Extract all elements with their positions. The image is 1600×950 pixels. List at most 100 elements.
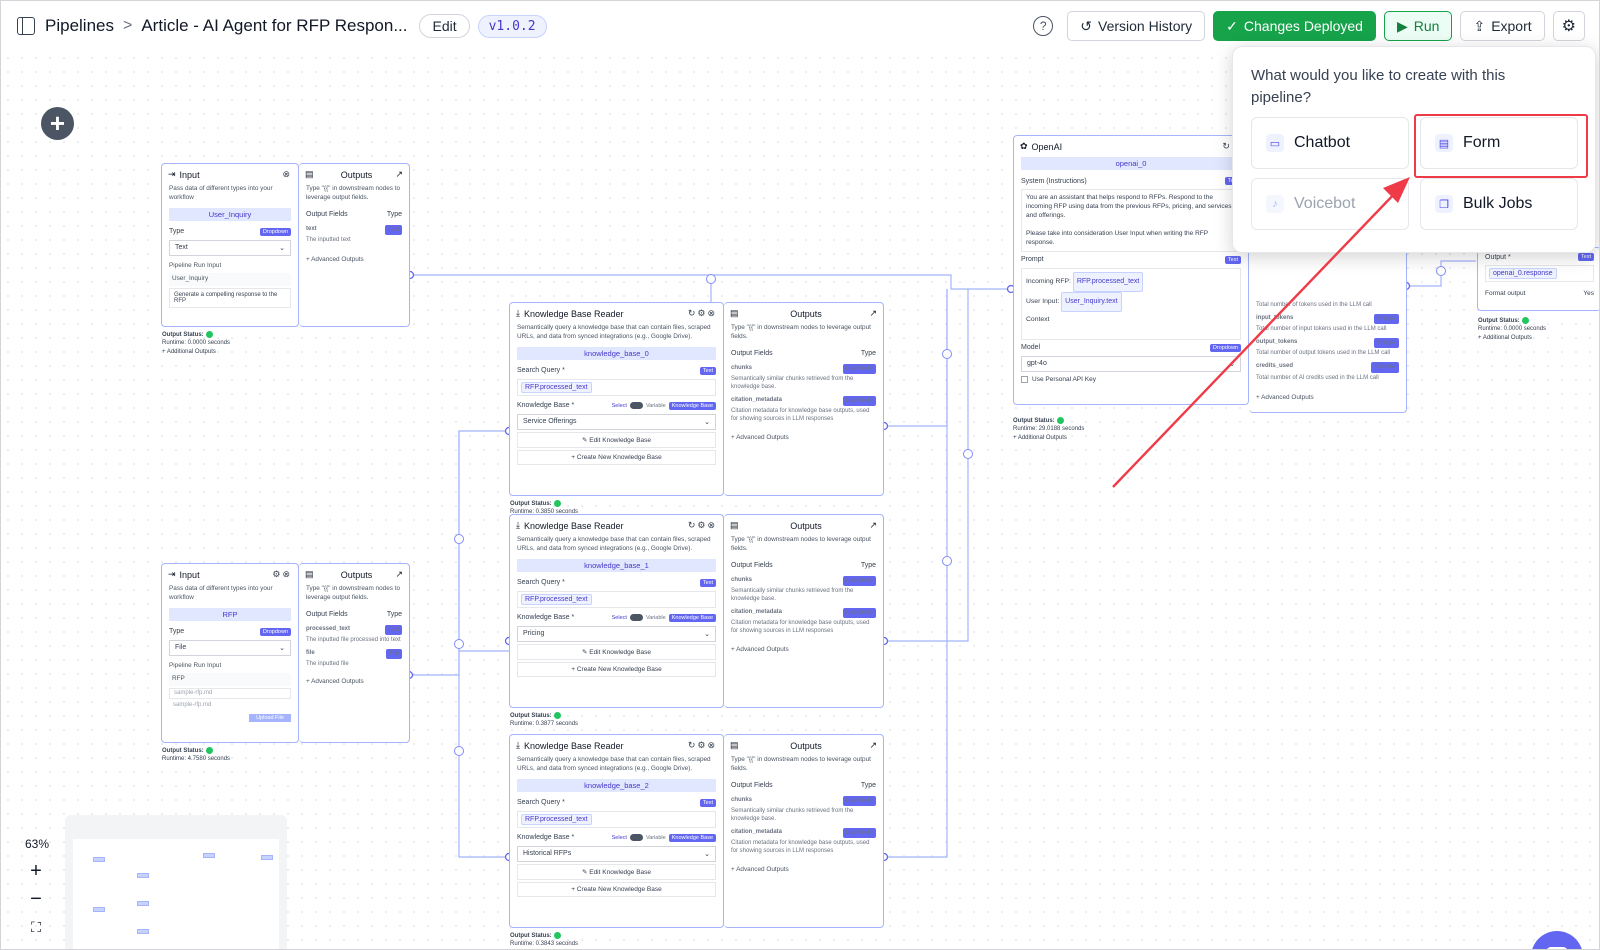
edit-knowledge-base-button[interactable]: ✎ Edit Knowledge Base [517, 431, 716, 448]
run-button[interactable]: ▶ Run [1383, 11, 1453, 41]
output-status: Output Status: Runtime: 0.3877 seconds [510, 712, 578, 729]
export-button[interactable]: ⇪ Export [1460, 11, 1545, 41]
edit-knowledge-base-button[interactable]: ✎ Edit Knowledge Base [517, 643, 716, 660]
outputs-icon: ▤ [730, 308, 739, 318]
node-name[interactable]: User_Inquiry [169, 207, 291, 221]
input-icon: ⇥ [168, 169, 176, 179]
prompt-type-badge: Text [1224, 255, 1241, 264]
microphone-icon: ♪ [1266, 195, 1284, 213]
openai-node[interactable]: ✿OpenAI↻⚙ openai_0 System (Instructions)… [1013, 135, 1249, 405]
sidebar-toggle-icon[interactable] [17, 17, 35, 35]
close-icon[interactable]: ⊗ [282, 169, 292, 180]
create-knowledge-base-button[interactable]: + Create New Knowledge Base [517, 449, 716, 465]
success-icon [205, 747, 213, 754]
version-badge[interactable]: v1.0.2 [477, 14, 547, 38]
variable-chip[interactable]: RFP.processed_text [1072, 271, 1144, 292]
chatbot-option[interactable]: ▭ Chatbot [1251, 117, 1409, 169]
refresh-gear-close-icons[interactable]: ↻⚙⊗ [688, 740, 717, 751]
advanced-outputs-toggle[interactable]: + Advanced Outputs [724, 866, 883, 875]
refresh-gear-close-icons[interactable]: ↻⚙⊗ [688, 520, 717, 531]
api-key-label: Use Personal API Key [1032, 375, 1096, 383]
advanced-outputs-toggle[interactable]: + Advanced Outputs [299, 256, 409, 265]
download-icon: ⤓ [516, 520, 520, 530]
knowledge-base-select[interactable]: Historical RFPs ⌄ [517, 845, 716, 862]
external-link-icon[interactable]: ↗ [869, 520, 877, 531]
variable-chip[interactable]: RFP.processed_text [521, 381, 592, 393]
variable-chip[interactable]: RFP.processed_text [521, 593, 592, 605]
knowledge-base-reader-node[interactable]: ⤓ Knowledge Base Reader ↻⚙⊗ Semantically q… [509, 734, 724, 928]
variable-chip[interactable]: User_Inquiry.text [1061, 291, 1122, 312]
upload-file-button[interactable]: Upload File [249, 713, 291, 722]
node-description: Pass data of different types into your w… [169, 185, 273, 201]
knowledge-base-reader-node[interactable]: ⤓ Knowledge Base Reader ↻⚙⊗ Semantically q… [509, 514, 724, 708]
external-link-icon[interactable]: ↗ [869, 308, 877, 319]
toggle-switch[interactable] [629, 614, 643, 622]
node-name[interactable]: knowledge_base_0 [517, 346, 716, 360]
advanced-outputs-toggle[interactable]: + Advanced Outputs [1249, 394, 1406, 403]
fit-view-icon[interactable]: ⛶ [21, 913, 51, 941]
knowledge-base-reader-node[interactable]: ⤓ Knowledge Base Reader ↻⚙⊗ Semantically q… [509, 302, 724, 496]
knowledge-base-select[interactable]: Service Offerings ⌄ [517, 413, 716, 430]
output-status: Output Status: Runtime: 0.3843 seconds [510, 932, 578, 949]
type-column-label: Type [860, 349, 876, 357]
variable-label: Variable [645, 834, 666, 841]
input-node-user-inquiry[interactable]: ⇥ Input ⊗ Pass data of different types int… [161, 163, 299, 327]
knowledge-base-select[interactable]: Pricing ⌄ [517, 625, 716, 642]
format-output-value[interactable]: Yes [1583, 290, 1594, 297]
additional-outputs[interactable]: + Additional Outputs [1478, 335, 1532, 341]
additional-outputs[interactable]: + Additional Outputs [162, 349, 216, 355]
select-label: Select [611, 614, 627, 621]
minimap[interactable] [65, 815, 287, 949]
api-key-checkbox[interactable] [1021, 375, 1028, 383]
advanced-outputs-toggle[interactable]: + Advanced Outputs [724, 646, 883, 655]
advanced-outputs-toggle[interactable]: + Advanced Outputs [299, 678, 409, 687]
system-instructions-field[interactable]: You are an assistant that helps respond … [1021, 189, 1241, 252]
breadcrumb-pipelines[interactable]: Pipelines [45, 16, 114, 36]
success-icon [205, 331, 213, 338]
run-input-field[interactable]: Generate a compelling response to the RF… [169, 287, 291, 308]
status-label: Output Status: [162, 332, 204, 339]
zoom-in-icon[interactable]: + [21, 857, 51, 885]
variable-chip[interactable]: openai_0.response [1489, 268, 1557, 279]
settings-gear-icon[interactable]: ⚙ [1552, 11, 1585, 41]
node-name[interactable]: RFP [169, 607, 291, 621]
toggle-switch[interactable] [629, 402, 643, 410]
type-select[interactable]: Text ⌄ [169, 239, 291, 256]
external-link-icon[interactable]: ↗ [395, 169, 403, 180]
gear-close-icons[interactable]: ⚙⊗ [272, 569, 292, 580]
outputs-title: Outputs [790, 740, 822, 751]
refresh-gear-close-icons[interactable]: ↻⚙⊗ [688, 308, 717, 319]
input-node-rfp[interactable]: ⇥ Input ⚙⊗ Pass data of different types in… [161, 563, 299, 743]
advanced-outputs-toggle[interactable]: + Advanced Outputs [724, 434, 883, 443]
additional-outputs[interactable]: + Additional Outputs [1013, 435, 1067, 441]
node-name[interactable]: openai_0 [1021, 157, 1241, 170]
version-history-button[interactable]: ↺ Version History [1067, 11, 1206, 41]
file-select[interactable]: sample-rfp.md [169, 687, 291, 699]
edit-knowledge-base-button[interactable]: ✎ Edit Knowledge Base [517, 863, 716, 880]
knowledge-base-outputs: ▤ Outputs ↗ Type "{{" in downstream nodes … [724, 514, 884, 708]
create-knowledge-base-button[interactable]: + Create New Knowledge Base [517, 661, 716, 677]
model-select[interactable]: gpt-4o ⌄ [1021, 355, 1241, 372]
type-select[interactable]: File ⌄ [169, 639, 291, 656]
help-icon[interactable]: ? [1033, 16, 1054, 36]
variable-chip[interactable]: RFP.processed_text [521, 813, 592, 825]
knowledge-base-badge: Knowledge Base [668, 613, 716, 622]
field-type-badge: List<Text> [842, 608, 876, 619]
node-name[interactable]: knowledge_base_1 [517, 558, 716, 572]
prompt-field[interactable]: Incoming RFP: RFP.processed_text User In… [1021, 267, 1241, 340]
popup-question: What would you like to create with this … [1251, 67, 1506, 106]
output-node[interactable]: Output * Text openai_0.response Format ou… [1477, 247, 1599, 311]
field-name: chunks [731, 576, 753, 583]
bulk-jobs-option[interactable]: ❐ Bulk Jobs [1420, 178, 1578, 230]
lock-icon[interactable]: ■ [21, 941, 51, 950]
edit-button[interactable]: Edit [419, 14, 470, 38]
external-link-icon[interactable]: ↗ [869, 740, 877, 751]
add-node-button[interactable]: + [41, 107, 74, 140]
node-name[interactable]: knowledge_base_2 [517, 778, 716, 792]
create-knowledge-base-button[interactable]: + Create New Knowledge Base [517, 881, 716, 897]
toggle-switch[interactable] [629, 834, 643, 842]
system-text: You are an assistant that helps respond … [1026, 194, 1232, 220]
zoom-out-icon[interactable]: − [21, 885, 51, 913]
changes-deployed-button[interactable]: ✓ Changes Deployed [1213, 11, 1376, 41]
external-link-icon[interactable]: ↗ [395, 569, 403, 580]
